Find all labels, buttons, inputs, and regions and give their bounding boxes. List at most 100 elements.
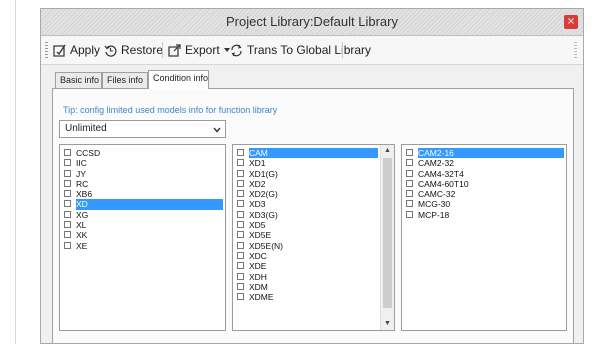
list-item-label: XG (76, 209, 89, 220)
list-item[interactable]: XE (60, 241, 225, 251)
list-item-label: XD1(G) (249, 168, 278, 179)
list-item[interactable]: XD3(G) (233, 210, 394, 220)
checkbox[interactable] (64, 159, 71, 167)
checkbox[interactable] (237, 200, 244, 208)
list-item[interactable]: CAM4-60T10 (402, 179, 566, 189)
export-button[interactable]: Export (168, 41, 230, 59)
list-item[interactable]: XB6 (60, 189, 225, 199)
checkbox[interactable] (237, 262, 244, 270)
checkbox[interactable] (64, 179, 71, 187)
list-item[interactable]: XD1 (233, 158, 394, 168)
apply-label: Apply (70, 43, 101, 57)
list-item[interactable]: MCP-18 (402, 210, 566, 220)
checkbox[interactable] (406, 179, 413, 187)
trans-label: Trans To Global Library (247, 43, 372, 57)
checkbox[interactable] (237, 159, 244, 167)
checkbox[interactable] (64, 231, 71, 239)
checkbox[interactable] (64, 190, 71, 198)
checkbox[interactable] (406, 210, 413, 218)
toolbar-grip[interactable] (45, 42, 48, 58)
scroll-down-icon[interactable]: ▼ (381, 318, 394, 330)
list-item[interactable]: CAM (233, 148, 394, 159)
list-item[interactable]: XD2(G) (233, 189, 394, 199)
list-item-label: XDE (249, 261, 267, 272)
list-item[interactable]: CCSD (60, 148, 225, 158)
checkbox[interactable] (237, 241, 244, 249)
list-item[interactable]: XD5 (233, 220, 394, 230)
checkbox[interactable] (237, 210, 244, 218)
list-item[interactable]: XD3 (233, 199, 394, 209)
checkbox[interactable] (64, 241, 71, 249)
tab-files-info[interactable]: Files info (102, 72, 148, 88)
list-item[interactable]: XDE (233, 261, 394, 271)
list-item-label: XD3(G) (249, 209, 278, 220)
checkbox[interactable] (237, 282, 244, 290)
list-item[interactable]: XDC (233, 251, 394, 261)
limit-dropdown-value: Unlimited (65, 123, 107, 134)
title-bar[interactable]: Project Library:Default Library × (41, 9, 583, 36)
list-item-label: RC (76, 178, 89, 189)
list-item[interactable]: XL (60, 220, 225, 230)
checkbox[interactable] (237, 293, 244, 301)
list-item[interactable]: XK (60, 230, 225, 240)
list-item[interactable]: CAM2-32 (402, 158, 566, 168)
list-item[interactable]: RC (60, 179, 225, 189)
checkbox[interactable] (64, 200, 71, 208)
limit-dropdown[interactable]: Unlimited (59, 120, 226, 138)
checkbox[interactable] (237, 231, 244, 239)
list-item-label: XD5E(N) (249, 240, 284, 251)
apply-button[interactable]: Apply (53, 41, 100, 59)
checkbox[interactable] (64, 210, 71, 218)
module-list[interactable]: CAM2-16 CAM2-32 CAM4-32T4 CAM4-60T10 CAMC-32… (401, 144, 567, 331)
restore-button[interactable]: Restore (104, 41, 163, 59)
list-item[interactable]: XD1(G) (233, 169, 394, 179)
checkbox[interactable] (237, 169, 244, 177)
checkbox[interactable] (64, 169, 71, 177)
checkbox[interactable] (406, 190, 413, 198)
list-item[interactable]: MCG-30 (402, 199, 566, 209)
checkbox[interactable] (237, 179, 244, 187)
list-item[interactable]: XDME (233, 292, 394, 302)
page-divider (15, 0, 16, 344)
checkbox[interactable] (237, 149, 244, 156)
list-item[interactable]: XDH (233, 272, 394, 282)
list-item[interactable]: CAM2-16 (402, 148, 566, 159)
list-item[interactable]: XG (60, 210, 225, 220)
checkbox[interactable] (237, 221, 244, 229)
checkbox[interactable] (237, 272, 244, 280)
checkbox[interactable] (237, 251, 244, 259)
list-item-label: XDM (249, 281, 268, 292)
checkbox[interactable] (406, 159, 413, 167)
list-item-label: XD2 (249, 178, 266, 189)
checkbox[interactable] (406, 200, 413, 208)
scroll-thumb[interactable] (383, 158, 392, 308)
list-item[interactable]: CAMC-32 (402, 189, 566, 199)
checkbox[interactable] (237, 190, 244, 198)
toolbar-grip-right (574, 42, 577, 58)
close-button[interactable]: × (564, 15, 578, 29)
list-item[interactable]: XD (60, 199, 225, 210)
list-item[interactable]: CAM4-32T4 (402, 169, 566, 179)
checkbox[interactable] (64, 221, 71, 229)
list-item[interactable]: JY (60, 169, 225, 179)
trans-to-global-button[interactable]: Trans To Global Library (230, 41, 371, 59)
list-item-label: XDME (249, 292, 274, 303)
list-item-label: MCP-18 (418, 209, 450, 220)
list-item[interactable]: XDM (233, 282, 394, 292)
scroll-up-icon[interactable]: ▲ (381, 145, 394, 157)
checkbox[interactable] (64, 149, 71, 156)
list-item[interactable]: IIC (60, 158, 225, 168)
model-list-scrollbar[interactable]: ▲ ▼ (380, 145, 394, 330)
list-item-label: XD2(G) (249, 189, 278, 200)
checkbox[interactable] (406, 149, 413, 156)
checkbox[interactable] (406, 169, 413, 177)
tab-condition-info[interactable]: Condition info (148, 70, 209, 89)
series-list[interactable]: CCSD IIC JY RC XB6 XD XG XL XK XE (59, 144, 226, 331)
list-item[interactable]: XD5E (233, 230, 394, 240)
caret-down-icon (223, 48, 230, 52)
model-list[interactable]: CAM XD1 XD1(G) XD2 XD2(G) XD3 XD3(G) XD5 XD5E XD5… (232, 144, 395, 331)
list-item[interactable]: XD5E(N) (233, 241, 394, 251)
tab-basic-info[interactable]: Basic info (55, 72, 102, 88)
list-item-label: XD5E (249, 230, 272, 241)
list-item[interactable]: XD2 (233, 179, 394, 189)
